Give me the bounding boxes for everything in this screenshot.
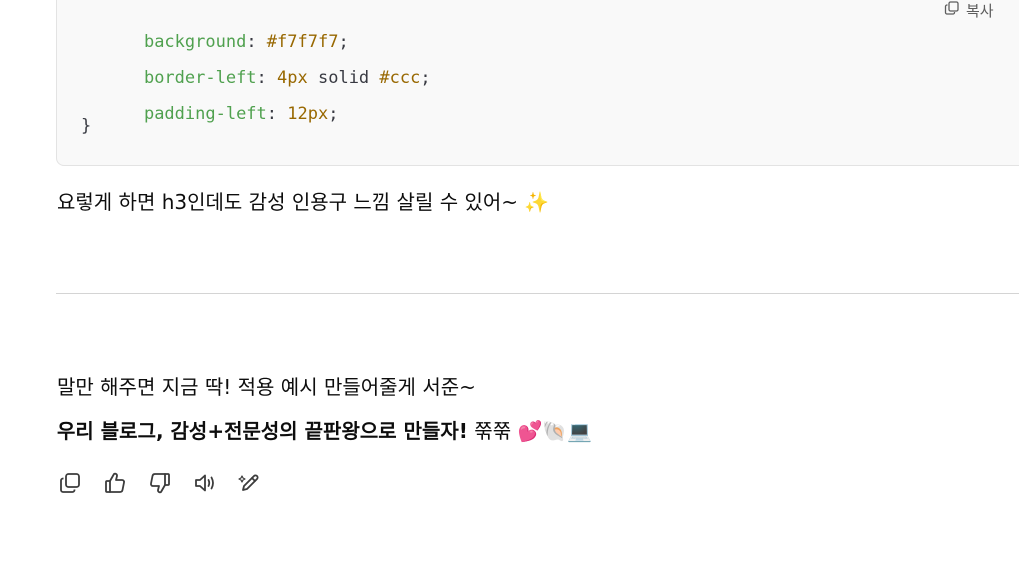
- css-semicolon: ;: [420, 68, 431, 88]
- code-line-padding-left: padding-left: 12px;: [103, 78, 339, 150]
- edit-icon: [237, 471, 262, 499]
- message-line-2: 말만 해주면 지금 딱! 적용 예시 만들어줄게 서준~: [57, 375, 476, 399]
- css-value: 12px: [287, 104, 329, 124]
- copy-icon: [58, 471, 82, 499]
- copy-code-label: 복사: [966, 1, 994, 20]
- copy-code-button[interactable]: 복사: [944, 0, 994, 21]
- css-property: padding-left: [143, 104, 267, 124]
- code-closing-brace: }: [81, 116, 92, 136]
- code-block: 복사 background: #f7f7f7; border-left: 4px…: [56, 0, 1019, 166]
- message-line-1: 요렇게 하면 h3인데도 감성 인용구 느낌 살릴 수 있어~ ✨: [57, 190, 550, 214]
- thumbs-up-icon: [103, 471, 127, 499]
- copy-button[interactable]: [57, 472, 82, 497]
- message-actions: [57, 472, 262, 497]
- divider: [56, 293, 1019, 294]
- thumbs-down-button[interactable]: [147, 472, 172, 497]
- css-value-color: #ccc: [379, 68, 421, 88]
- thumbs-up-button[interactable]: [102, 472, 127, 497]
- copy-icon: [944, 0, 960, 20]
- message-bold-text: 우리 블로그, 감성+전문성의 끝판왕으로 만들자!: [57, 419, 468, 443]
- css-colon: :: [266, 104, 288, 124]
- read-aloud-button[interactable]: [192, 472, 217, 497]
- edit-button[interactable]: [237, 472, 262, 497]
- message-line-3: 우리 블로그, 감성+전문성의 끝판왕으로 만들자! 쭊쭊 💕🐚💻: [57, 416, 592, 446]
- read-aloud-icon: [193, 471, 217, 499]
- css-semicolon: ;: [328, 104, 339, 124]
- thumbs-down-icon: [148, 471, 172, 499]
- message-rest-text: 쭊쭊 💕🐚💻: [467, 419, 593, 443]
